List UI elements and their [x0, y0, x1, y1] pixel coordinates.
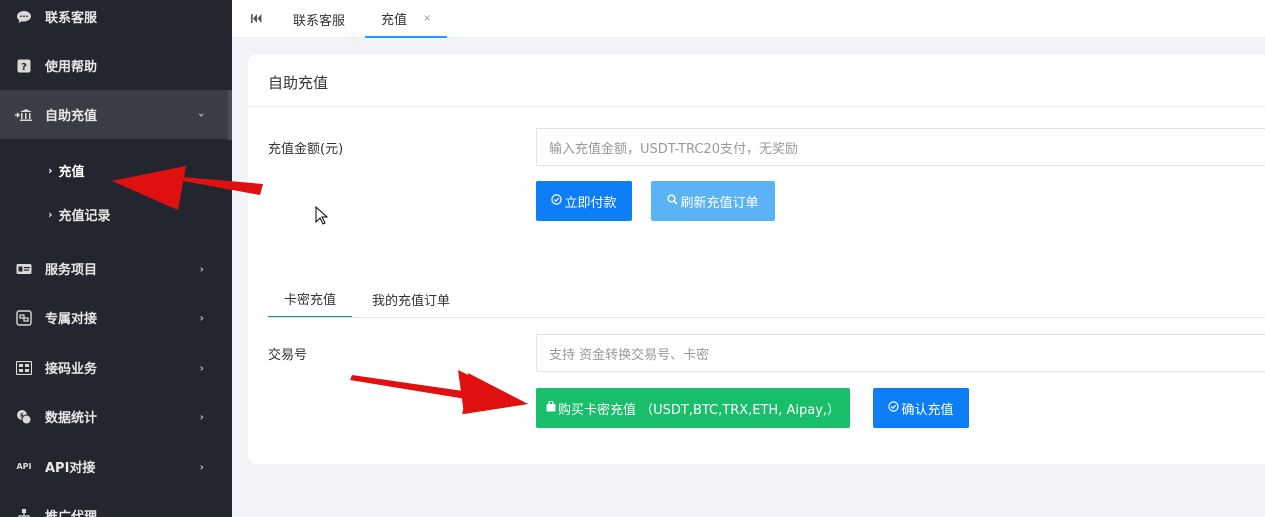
submenu-item-recharge-records[interactable]: › 充值记录	[0, 192, 232, 236]
subtab-label: 卡密充值	[284, 293, 337, 308]
sidebar: 联系客服 ? 使用帮助 自助充值 › › 充值 › 充值记录 服务项目 › 专属…	[0, 0, 232, 517]
api-icon: API	[16, 462, 32, 471]
chat-bubble-icon	[14, 9, 34, 25]
shopping-bag-icon	[546, 400, 556, 415]
submenu-item-recharge[interactable]: › 充值	[0, 148, 232, 192]
sidebar-item-label: 推广代理	[45, 506, 97, 517]
close-icon[interactable]: ×	[423, 13, 431, 24]
sidebar-item-label: 服务项目	[45, 263, 98, 278]
subtab-divider	[268, 317, 1265, 318]
coins-icon: $	[14, 409, 34, 425]
card-icon	[14, 261, 34, 277]
sidebar-item-help[interactable]: ? 使用帮助	[0, 41, 232, 90]
bank-icon	[14, 107, 34, 123]
tx-input[interactable]: 支持 资金转换交易号、卡密	[536, 334, 1265, 372]
refresh-orders-button[interactable]: 刷新充值订单	[651, 181, 775, 221]
button-label: 确认充值	[901, 402, 954, 418]
chevron-right-icon: ›	[199, 311, 204, 324]
chevron-right-icon: ›	[48, 207, 53, 221]
sidebar-item-api[interactable]: API API对接 ›	[0, 442, 232, 491]
submenu-item-label: 充值	[58, 164, 85, 180]
question-icon: ?	[14, 58, 34, 74]
button-label: 刷新充值订单	[680, 195, 759, 211]
tab-contact-support[interactable]: 联系客服	[293, 0, 345, 38]
link-doc-icon	[14, 309, 34, 326]
mouse-cursor-icon	[315, 205, 329, 230]
skip-to-start-icon[interactable]	[246, 8, 266, 28]
sidebar-item-promotion[interactable]: 推广代理	[0, 491, 232, 517]
submenu-item-label: 充值记录	[58, 208, 111, 224]
button-label: 立即付款	[564, 195, 617, 211]
divider	[248, 106, 1265, 107]
sidebar-item-contact-support[interactable]: 联系客服	[0, 0, 232, 41]
sidebar-item-label: 专属对接	[45, 312, 98, 327]
tab-bar: 联系客服 充值 ×	[232, 0, 1265, 38]
sidebar-item-label: 接码业务	[45, 362, 98, 377]
chevron-right-icon: ›	[48, 163, 53, 177]
subtab-my-orders[interactable]: 我的充值订单	[372, 281, 450, 318]
sidebar-item-label: API对接	[45, 461, 96, 476]
network-icon	[14, 508, 34, 517]
svg-text:?: ?	[21, 62, 27, 73]
svg-text:$: $	[20, 412, 24, 419]
tab-label: 联系客服	[293, 13, 346, 29]
code-icon	[14, 360, 34, 376]
sidebar-item-label: 自助充值	[45, 109, 98, 124]
sidebar-item-label: 联系客服	[45, 11, 98, 26]
sidebar-item-label: 数据统计	[45, 411, 98, 426]
chevron-down-icon: ›	[195, 112, 209, 117]
button-label: 购买卡密充值 （USDT,BTC,TRX,ETH, Aipay,）	[557, 402, 841, 418]
sidebar-item-self-recharge[interactable]: 自助充值 ›	[0, 90, 232, 139]
search-icon	[667, 194, 679, 208]
tab-recharge[interactable]: 充值 ×	[365, 0, 448, 38]
tab-label: 充值	[381, 12, 408, 28]
chevron-right-icon: ›	[199, 410, 204, 423]
chevron-right-icon: ›	[199, 262, 204, 275]
sidebar-item-services[interactable]: 服务项目 ›	[0, 244, 232, 293]
subtab-label: 我的充值订单	[372, 294, 451, 309]
sidebar-item-label: 使用帮助	[45, 60, 98, 75]
recharge-card: 自助充值 充值金额(元) 输入充值金额，USDT-TRC20支付，无奖励 立即付…	[248, 54, 1265, 464]
amount-input[interactable]: 输入充值金额，USDT-TRC20支付，无奖励	[536, 128, 1265, 166]
chevron-right-icon: ›	[199, 460, 204, 473]
sidebar-scrollbar[interactable]	[228, 90, 232, 140]
confirm-recharge-button[interactable]: 确认充值	[873, 388, 969, 428]
check-circle-icon	[551, 194, 563, 208]
buy-card-button[interactable]: 购买卡密充值 （USDT,BTC,TRX,ETH, Aipay,）	[536, 388, 850, 428]
chevron-right-icon: ›	[199, 361, 204, 374]
subtab-card-recharge[interactable]: 卡密充值	[268, 281, 353, 318]
amount-label: 充值金额(元)	[268, 142, 344, 157]
sidebar-item-statistics[interactable]: $ 数据统计 ›	[0, 392, 232, 441]
tx-label: 交易号	[268, 348, 308, 363]
sidebar-item-dedicated[interactable]: 专属对接 ›	[0, 293, 232, 342]
check-circle-icon	[888, 401, 900, 415]
sidebar-item-code-service[interactable]: 接码业务 ›	[0, 343, 232, 392]
pay-now-button[interactable]: 立即付款	[536, 181, 632, 221]
card-title: 自助充值	[268, 74, 329, 92]
